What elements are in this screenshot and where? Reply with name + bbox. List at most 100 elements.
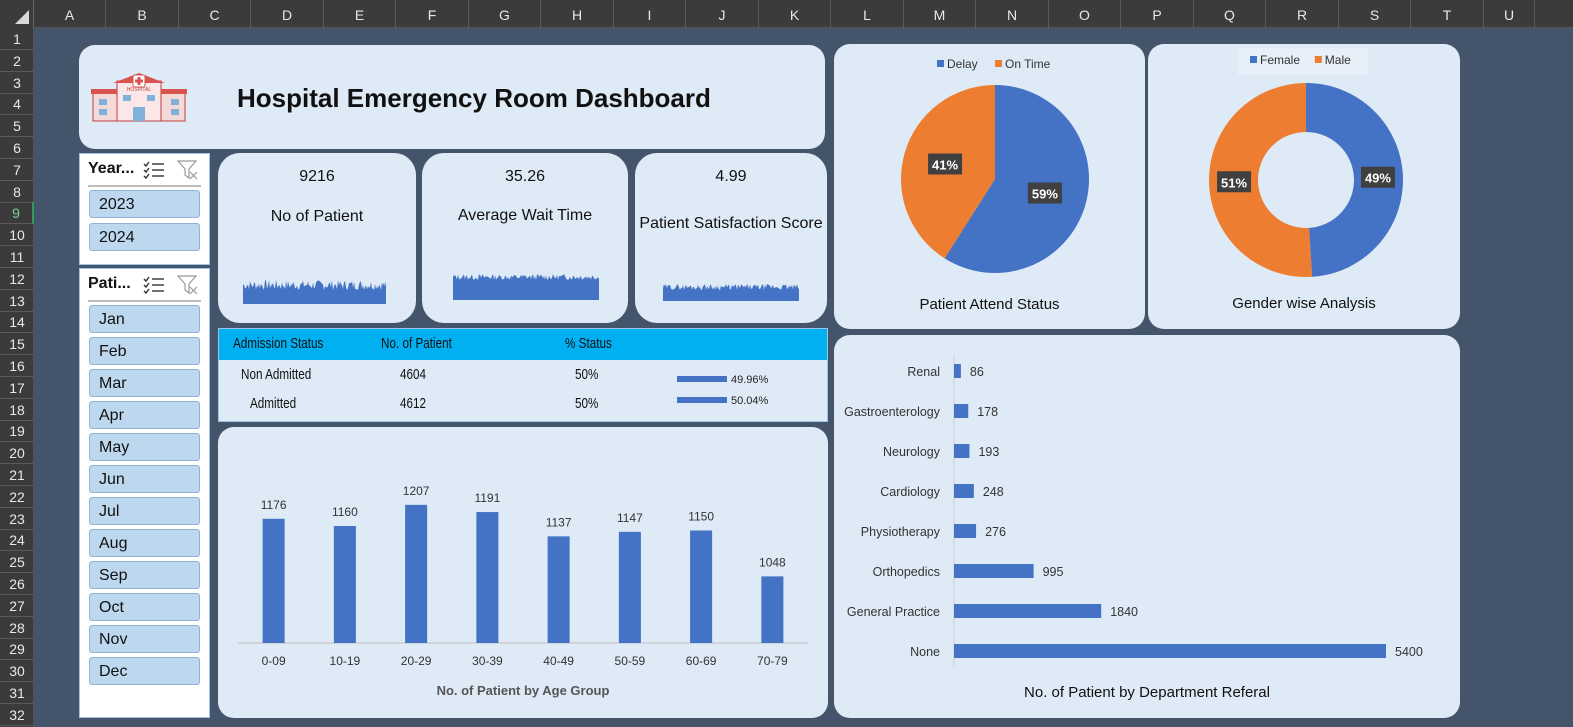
slicer-item-sep[interactable]: Sep	[89, 561, 200, 589]
clear-filter-icon[interactable]	[177, 160, 199, 180]
row-header-21[interactable]: 21	[0, 464, 34, 486]
row-header-26[interactable]: 26	[0, 573, 34, 595]
slicer-item-apr[interactable]: Apr	[89, 401, 200, 429]
slicer-item-jan[interactable]: Jan	[89, 305, 200, 333]
clear-filter-icon[interactable]	[177, 275, 199, 295]
column-header-b[interactable]: B	[106, 0, 179, 28]
column-header-s[interactable]: S	[1339, 0, 1411, 28]
row-header-6[interactable]: 6	[0, 137, 34, 159]
dept-bar[interactable]	[954, 644, 1386, 658]
age-bar[interactable]	[405, 504, 428, 643]
month-slicer[interactable]: Pati... Jan Feb Mar Apr May Jun Jul Aug Sep Oct No…	[79, 268, 210, 718]
column-header-l[interactable]: L	[831, 0, 904, 28]
row-header-25[interactable]: 25	[0, 551, 34, 574]
dept-bar-value-label: 248	[983, 485, 1004, 499]
select-all-corner[interactable]	[0, 0, 34, 28]
row-header-4[interactable]: 4	[0, 93, 34, 116]
gender-chart-panel[interactable]: Female Male 49% 51% Gender wise Analysis	[1148, 44, 1460, 329]
dept-bar[interactable]	[954, 364, 961, 378]
row-header-22[interactable]: 22	[0, 486, 34, 508]
slicer-item-nov[interactable]: Nov	[89, 625, 200, 653]
row-header-11[interactable]: 11	[0, 246, 34, 268]
slicer-item-jun[interactable]: Jun	[89, 465, 200, 493]
column-header-f[interactable]: F	[396, 0, 469, 28]
slicer-item-2023[interactable]: 2023	[89, 190, 200, 218]
column-header-i[interactable]: I	[614, 0, 686, 28]
slicer-item-may[interactable]: May	[89, 433, 200, 461]
multi-select-icon[interactable]	[143, 160, 165, 180]
row-header-10[interactable]: 10	[0, 224, 34, 247]
age-bar[interactable]	[761, 576, 784, 643]
column-header-t[interactable]: T	[1411, 0, 1484, 28]
column-header-a[interactable]: A	[34, 0, 106, 28]
row-header-7[interactable]: 7	[0, 159, 34, 181]
year-slicer[interactable]: Year... 2023 2024	[79, 153, 210, 265]
age-group-chart-panel[interactable]: 1176 0-09 1160 10-19 1207 20-29 1191 30-39 1137 4…	[218, 427, 828, 718]
dept-bar[interactable]	[954, 604, 1102, 618]
age-bar[interactable]	[547, 536, 570, 643]
row-header-17[interactable]: 17	[0, 377, 34, 399]
dept-bar[interactable]	[954, 524, 977, 538]
column-header-p[interactable]: P	[1121, 0, 1194, 28]
row-header-32[interactable]: 32	[0, 704, 34, 726]
row-header-15[interactable]: 15	[0, 333, 34, 356]
header-no-of-patient: No. of Patient	[381, 335, 452, 352]
dept-bar[interactable]	[954, 444, 970, 458]
row-header-28[interactable]: 28	[0, 617, 34, 639]
multi-select-icon[interactable]	[143, 275, 165, 295]
sparkline-wait-time	[453, 274, 599, 300]
row-header-12[interactable]: 12	[0, 268, 34, 290]
row-header-8[interactable]: 8	[0, 181, 34, 203]
row-header-3[interactable]: 3	[0, 72, 34, 94]
slicer-item-feb[interactable]: Feb	[89, 337, 200, 365]
row-header-30[interactable]: 30	[0, 660, 34, 683]
column-header-j[interactable]: J	[686, 0, 759, 28]
row-header-23[interactable]: 23	[0, 508, 34, 530]
slicer-item-2024[interactable]: 2024	[89, 223, 200, 251]
slicer-item-oct[interactable]: Oct	[89, 593, 200, 621]
row-header-29[interactable]: 29	[0, 638, 34, 661]
column-header-r[interactable]: R	[1266, 0, 1339, 28]
column-header-o[interactable]: O	[1049, 0, 1121, 28]
dept-bar[interactable]	[954, 564, 1034, 578]
age-bar[interactable]	[262, 518, 285, 643]
column-header-m[interactable]: M	[904, 0, 976, 28]
department-chart-panel[interactable]: Renal 86 Gastroenterology 178 Neurology 193 Ca…	[834, 335, 1460, 718]
slicer-item-dec[interactable]: Dec	[89, 657, 200, 685]
dept-bar[interactable]	[954, 484, 974, 498]
column-header-q[interactable]: Q	[1194, 0, 1266, 28]
attend-status-chart-panel[interactable]: Delay On Time 59% 41% Patient Attend Status	[834, 44, 1145, 329]
row-header-14[interactable]: 14	[0, 311, 34, 334]
column-header-e[interactable]: E	[324, 0, 396, 28]
row-header-24[interactable]: 24	[0, 529, 34, 552]
age-bar[interactable]	[690, 530, 713, 644]
row-header-27[interactable]: 27	[0, 595, 34, 617]
column-header-n[interactable]: N	[976, 0, 1049, 28]
age-bar[interactable]	[476, 512, 499, 643]
column-header-c[interactable]: C	[179, 0, 251, 28]
row-header-20[interactable]: 20	[0, 442, 34, 465]
row-header-9[interactable]: 9	[0, 202, 34, 225]
column-header-g[interactable]: G	[469, 0, 541, 28]
age-bar[interactable]	[333, 526, 356, 643]
dept-bar[interactable]	[954, 404, 969, 418]
age-bar[interactable]	[618, 531, 641, 643]
row-header-18[interactable]: 18	[0, 399, 34, 421]
row-header-19[interactable]: 19	[0, 420, 34, 443]
column-header-u[interactable]: U	[1484, 0, 1535, 28]
row-header-31[interactable]: 31	[0, 682, 34, 704]
row-header-1[interactable]: 1	[0, 28, 34, 50]
age-bar-value-label: 1147	[617, 511, 643, 525]
row-header-2[interactable]: 2	[0, 50, 34, 72]
slicer-item-mar[interactable]: Mar	[89, 369, 200, 397]
column-header-k[interactable]: K	[759, 0, 831, 28]
row-header-16[interactable]: 16	[0, 355, 34, 377]
column-header-h[interactable]: H	[541, 0, 614, 28]
slicer-item-jul[interactable]: Jul	[89, 497, 200, 525]
age-bar-value-label: 1137	[546, 515, 572, 529]
slicer-item-aug[interactable]: Aug	[89, 529, 200, 557]
row-header-13[interactable]: 13	[0, 290, 34, 312]
dept-category-label: General Practice	[847, 605, 940, 619]
column-header-d[interactable]: D	[251, 0, 324, 28]
row-header-5[interactable]: 5	[0, 115, 34, 138]
